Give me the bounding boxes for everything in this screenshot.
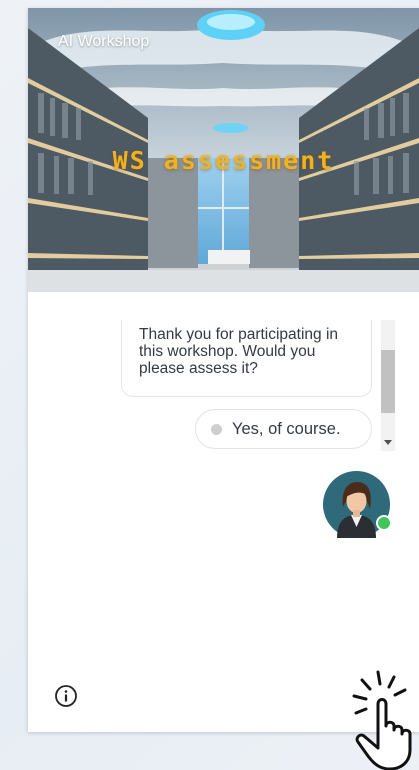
- bot-message-bubble: Thank you for participating in this work…: [121, 320, 372, 397]
- header-banner: AI Workshop WS assessment: [28, 8, 419, 292]
- scrollbar-thumb[interactable]: [381, 350, 395, 413]
- radio-dot-icon: [211, 423, 222, 435]
- info-icon[interactable]: [54, 684, 78, 708]
- online-status-icon: [376, 515, 392, 531]
- bot-message-text: Thank you for participating in this work…: [139, 326, 339, 377]
- chat-area: Thank you for participating in this work…: [28, 292, 419, 732]
- quick-reply-button[interactable]: Yes, of course.: [195, 409, 372, 449]
- chat-widget: AI Workshop WS assessment Thank you for …: [28, 8, 419, 732]
- page-title: WS assessment: [112, 146, 335, 175]
- brand-name: AI Workshop: [58, 33, 150, 50]
- arrow-down-icon: [384, 439, 392, 445]
- click-hand-icon: [352, 670, 412, 770]
- scroll-down-button[interactable]: [381, 433, 395, 451]
- quick-reply-label: Yes, of course.: [232, 419, 341, 438]
